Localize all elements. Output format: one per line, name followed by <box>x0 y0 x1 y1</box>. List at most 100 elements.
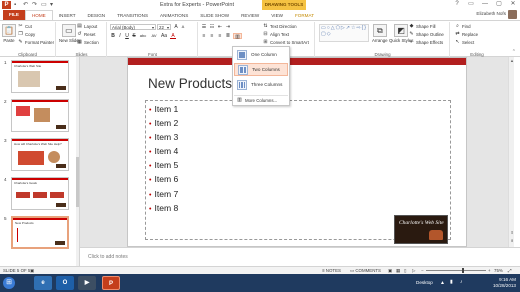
tab-design[interactable]: DESIGN <box>82 12 112 20</box>
notes-toggle[interactable]: ≡ NOTES <box>322 268 341 273</box>
tab-slide-show[interactable]: SLIDE SHOW <box>194 12 235 20</box>
network-icon[interactable]: ▮ <box>450 279 453 285</box>
thumbnail-scrollbar[interactable] <box>76 57 79 267</box>
increase-indent-icon[interactable]: ⇥ <box>225 24 231 30</box>
help-button[interactable]: ? <box>450 0 464 9</box>
shrink-font-button[interactable]: A <box>180 24 186 30</box>
layout-button[interactable]: ▤ Layout <box>77 24 97 30</box>
ribbon-display-button[interactable]: ▭ <box>464 0 478 9</box>
slide-thumbnail-pane: 1 Charlotte's Web Site 2 3 How will Char… <box>0 57 80 267</box>
new-slide-button[interactable]: ▭ New Slide <box>59 24 79 43</box>
zoom-in-icon[interactable]: + <box>488 268 491 273</box>
next-slide-icon[interactable]: ⇟ <box>509 238 515 243</box>
numbering-icon[interactable]: ☷ <box>209 24 215 30</box>
tab-file[interactable]: FILE <box>3 10 25 20</box>
shadow-button[interactable]: abc <box>138 33 148 39</box>
powerpoint-taskbar-icon[interactable]: P <box>102 276 120 290</box>
volume-icon[interactable]: ♪ <box>460 279 463 285</box>
convert-smartart-button[interactable]: ⊞ Convert to SmartArt <box>263 40 308 46</box>
change-case-button[interactable]: Aa <box>160 33 168 39</box>
menu-item-three-columns[interactable]: Three Columns <box>234 78 288 91</box>
cut-button[interactable]: ✂ Cut <box>18 24 31 30</box>
zoom-slider[interactable] <box>426 270 486 271</box>
copy-button[interactable]: ❐ Copy <box>18 32 35 38</box>
notes-pane[interactable]: Click to add notes <box>80 247 520 265</box>
align-right-icon[interactable]: ≡ <box>217 33 223 39</box>
prev-slide-icon[interactable]: ⇞ <box>509 230 515 235</box>
tray-arrow-icon[interactable]: ▲ <box>440 280 445 286</box>
justify-icon[interactable]: ≣ <box>225 33 231 39</box>
replace-button[interactable]: ⇄ Replace <box>455 32 478 38</box>
tab-home[interactable]: HOME <box>24 10 53 20</box>
tab-view[interactable]: VIEW <box>265 12 289 20</box>
shapes-gallery[interactable]: ▭○△⬠▷↗☆⇨{}▢◇ <box>319 24 369 42</box>
quick-styles-icon: ◩ <box>394 24 409 37</box>
columns-button[interactable]: ▥ <box>233 33 242 40</box>
select-button[interactable]: ↖ Select <box>455 40 474 46</box>
decrease-indent-icon[interactable]: ⇤ <box>217 24 223 30</box>
tab-review[interactable]: REVIEW <box>235 12 265 20</box>
arrange-button[interactable]: ⧉ Arrange <box>372 24 388 43</box>
menu-item-more-columns[interactable]: ▥ More Columns... <box>234 95 288 105</box>
bullets-icon[interactable]: ☰ <box>201 24 207 30</box>
thumbnail-slide-4[interactable]: 4 Charlotte's Goals <box>2 177 78 211</box>
avatar[interactable] <box>508 10 517 19</box>
font-name-dropdown[interactable]: Arial (Body) <box>110 24 156 30</box>
underline-button[interactable]: U <box>124 33 130 39</box>
paste-button[interactable]: 📋 Paste <box>2 24 16 43</box>
format-painter-button[interactable]: ✎ Format Painter <box>18 40 54 46</box>
media-taskbar-icon[interactable]: ▶ <box>78 276 96 290</box>
thumbnail-slide-1[interactable]: 1 Charlotte's Web Site <box>2 60 78 94</box>
system-clock[interactable]: 9:16 AM 10/28/2013 <box>493 277 516 289</box>
collapse-ribbon-icon[interactable]: ⌃ <box>512 49 516 55</box>
slide-scrollbar[interactable]: ▲ ⇞ ⇟ <box>508 57 514 247</box>
tab-animations[interactable]: ANIMATIONS <box>154 12 194 20</box>
menu-item-one-column[interactable]: One Column <box>234 48 288 61</box>
redo-icon[interactable]: ↷ <box>32 2 38 8</box>
reset-button[interactable]: ↺ Reset <box>77 32 95 38</box>
slide-logo-image[interactable]: Charlotte's Web Site <box>394 215 448 244</box>
undo-icon[interactable]: ↶ <box>23 2 29 8</box>
present-icon[interactable]: ▭ <box>41 2 47 8</box>
italic-button[interactable]: I <box>117 33 123 39</box>
font-size-dropdown[interactable]: 22 <box>157 24 171 30</box>
zoom-out-icon[interactable]: − <box>421 268 424 273</box>
char-spacing-button[interactable]: AV <box>150 33 158 39</box>
font-color-button[interactable]: A <box>170 33 176 39</box>
align-text-button[interactable]: ⊟ Align Text <box>263 32 289 38</box>
grow-font-button[interactable]: A <box>173 24 179 30</box>
bold-button[interactable]: B <box>110 33 116 39</box>
start-button[interactable]: ⊞ <box>3 277 15 289</box>
align-left-icon[interactable]: ≡ <box>201 33 207 39</box>
minimize-button[interactable]: — <box>478 0 492 9</box>
close-button[interactable]: ✕ <box>506 0 520 9</box>
shape-outline-button[interactable]: ✎ Shape Outline <box>409 32 443 38</box>
thumbnail-slide-2[interactable]: 2 <box>2 99 78 133</box>
powerpoint-logo-icon[interactable]: P <box>2 1 11 9</box>
outlook-taskbar-icon[interactable]: O <box>56 276 74 290</box>
tab-format[interactable]: FORMAT <box>289 12 320 20</box>
section-button[interactable]: ▦ Section <box>77 40 99 46</box>
ie-taskbar-icon[interactable]: e <box>34 276 52 290</box>
tab-transitions[interactable]: TRANSITIONS <box>111 12 154 20</box>
customize-qat-icon[interactable]: ▾ <box>50 2 56 8</box>
find-button[interactable]: ⌕ Find <box>455 24 470 30</box>
zoom-level[interactable]: 75% <box>494 268 503 273</box>
text-direction-button[interactable]: ⇅ Text Direction <box>263 24 296 30</box>
thumbnail-slide-5[interactable]: 5 New Products <box>2 216 78 250</box>
tab-insert[interactable]: INSERT <box>53 12 82 20</box>
desktop-toolbar[interactable]: Desktop <box>416 280 433 285</box>
menu-item-two-columns[interactable]: Two Columns <box>234 63 288 76</box>
align-center-icon[interactable]: ≡ <box>209 33 215 39</box>
strikethrough-button[interactable]: S <box>131 33 137 39</box>
save-icon[interactable]: ▪ <box>14 2 20 8</box>
shape-fill-button[interactable]: ◆ Shape Fill <box>409 24 436 30</box>
zoom-slider-thumb[interactable] <box>462 268 464 273</box>
maximize-button[interactable]: ▢ <box>492 0 506 9</box>
scroll-up-icon[interactable]: ▲ <box>509 58 515 63</box>
user-name[interactable]: Elizabeth Nofs <box>476 11 506 16</box>
thumbnail-slide-3[interactable]: 3 How will Charlotte's Web Site Help? <box>2 138 78 172</box>
slide-title[interactable]: New Products <box>148 76 232 91</box>
fit-to-window-icon[interactable]: ⤢ <box>508 268 512 273</box>
shape-effects-button[interactable]: ◐ Shape Effects <box>409 40 443 46</box>
